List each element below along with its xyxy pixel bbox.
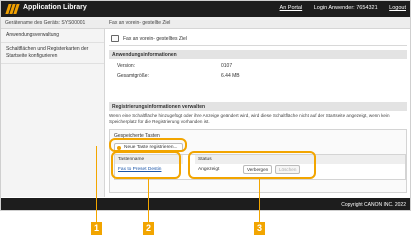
callout-highlight-3 — [188, 151, 316, 179]
device-name: Gerätename des Geräts: SYS00001 — [5, 20, 86, 26]
version-row: Version: 0107 — [117, 63, 232, 69]
callout-highlight-1 — [109, 138, 187, 152]
callout-highlight-2 — [111, 151, 181, 179]
app-window: Application Library An Portal Login Anwe… — [0, 0, 411, 211]
version-value: 0107 — [221, 63, 233, 69]
app-logo-icon — [5, 4, 20, 14]
login-label: Login Anwender: — [313, 5, 355, 11]
callout-badge-3: 3 — [254, 222, 265, 235]
copyright: Copyright CANON INC. 2022 — [341, 202, 406, 208]
callout-line-3 — [259, 179, 260, 222]
callout-line-1 — [96, 146, 97, 222]
app-info-heading: Anwendungsinformationen — [109, 50, 407, 59]
header-bar: Application Library An Portal Login Anwe… — [1, 1, 410, 17]
portal-link[interactable]: An Portal — [280, 5, 303, 11]
register-heading: Registrierungsinformationen verwalten — [109, 102, 407, 111]
top-links: An Portal Login Anwender: 7654321 Logout — [270, 5, 406, 11]
logout-link[interactable]: Logout — [389, 5, 406, 11]
fax-preset-label: Fax an vorein- gestelltes Ziel — [123, 36, 187, 42]
size-row: Gesamtgröße: 6.44 MB — [117, 73, 240, 79]
sidebar: Anwendungsverwaltung Schaltflächen und R… — [1, 29, 105, 197]
size-value: 6.44 MB — [221, 73, 240, 79]
fax-icon — [111, 35, 119, 42]
version-label: Version: — [117, 63, 136, 69]
fax-preset-row: Fax an vorein- gestelltes Ziel — [109, 32, 407, 46]
footer-bar: Copyright CANON INC. 2022 — [1, 198, 410, 210]
callout-badge-1: 1 — [91, 222, 102, 235]
sidebar-item-app-management[interactable]: Anwendungsverwaltung — [1, 29, 104, 43]
register-note: Wenn eine Schaltfläche hinzugefügt oder … — [109, 113, 390, 124]
callout-line-2 — [148, 179, 149, 222]
callout-badge-2: 2 — [143, 222, 154, 235]
sidebar-item-configure-buttons[interactable]: Schaltflächen und Registerkarten der Sta… — [1, 43, 104, 64]
app-title: Application Library — [23, 4, 87, 11]
sub-header: Gerätename des Geräts: SYS00001 Fax an v… — [1, 17, 410, 29]
login-user: 7654321 — [356, 5, 378, 11]
page-title: Fax an vorein- gestellte Ziel — [109, 20, 171, 26]
size-label: Gesamtgröße: — [117, 73, 149, 79]
